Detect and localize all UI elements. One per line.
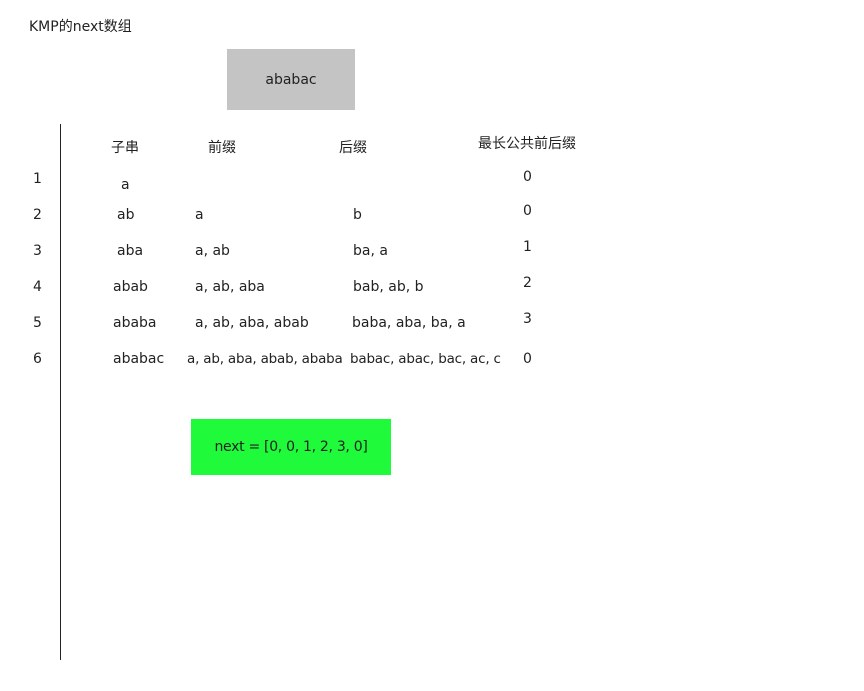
row-prefixes: a, ab, aba, abab, ababa bbox=[187, 351, 343, 367]
row-lps-value: 0 bbox=[523, 169, 532, 185]
row-suffixes: babac, abac, bac, ac, c bbox=[350, 351, 501, 367]
row-prefixes: a, ab bbox=[195, 243, 230, 259]
header-substring: 子串 bbox=[111, 140, 139, 156]
row-prefixes: a, ab, aba, abab bbox=[195, 315, 309, 331]
row-index: 1 bbox=[33, 171, 42, 187]
row-prefixes: a bbox=[195, 207, 204, 223]
page-title: KMP的next数组 bbox=[29, 19, 132, 35]
next-array-result-box: next = [0, 0, 1, 2, 3, 0] bbox=[191, 419, 391, 475]
row-lps-value: 0 bbox=[523, 203, 532, 219]
row-suffixes: b bbox=[353, 207, 362, 223]
row-substring: ab bbox=[117, 207, 135, 223]
row-lps-value: 0 bbox=[523, 351, 532, 367]
row-index: 5 bbox=[33, 315, 42, 331]
next-array-result-text: next = [0, 0, 1, 2, 3, 0] bbox=[214, 439, 368, 455]
pattern-box: ababac bbox=[227, 49, 355, 110]
row-index: 6 bbox=[33, 351, 42, 367]
row-index: 3 bbox=[33, 243, 42, 259]
row-substring: ababac bbox=[113, 351, 165, 367]
header-suffix: 后缀 bbox=[339, 140, 367, 156]
header-lps: 最长公共前后缀 bbox=[478, 136, 576, 152]
row-prefixes: a, ab, aba bbox=[195, 279, 265, 295]
header-prefix: 前缀 bbox=[208, 140, 236, 156]
row-lps-value: 2 bbox=[523, 275, 532, 291]
row-index: 2 bbox=[33, 207, 42, 223]
row-lps-value: 1 bbox=[523, 239, 532, 255]
row-index: 4 bbox=[33, 279, 42, 295]
row-suffixes: ba, a bbox=[353, 243, 388, 259]
row-substring: aba bbox=[117, 243, 144, 259]
row-suffixes: bab, ab, b bbox=[353, 279, 424, 295]
row-substring: a bbox=[121, 177, 130, 193]
row-substring: ababa bbox=[113, 315, 157, 331]
row-substring: abab bbox=[113, 279, 148, 295]
row-lps-value: 3 bbox=[523, 311, 532, 327]
pattern-text: ababac bbox=[265, 71, 317, 88]
row-index-divider bbox=[60, 124, 61, 660]
row-suffixes: baba, aba, ba, a bbox=[352, 315, 466, 331]
